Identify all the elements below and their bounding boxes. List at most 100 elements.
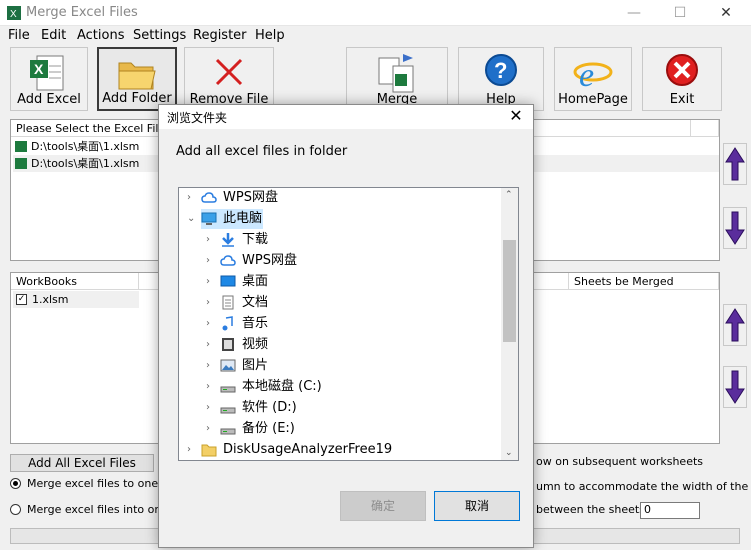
tree-item-label: 图片 xyxy=(242,358,269,373)
ok-button[interactable]: 确定 xyxy=(340,491,426,521)
folder-tree[interactable]: › WPS网盘 ⌄ 此电脑 › 下载 › WPS网盘 › 桌面 › 文档 › 音乐 › 视频 › 图片 › 本地磁盘 … xyxy=(178,187,519,461)
computer-icon xyxy=(201,211,217,226)
add-excel-button[interactable]: X Add Excel xyxy=(10,47,88,111)
excel-row-icon xyxy=(15,158,27,169)
tree-item[interactable]: › 本地磁盘 (C:) xyxy=(206,376,506,397)
exit-label: Exit xyxy=(669,92,695,107)
merge-files-icon xyxy=(378,54,414,93)
excel-row-icon xyxy=(15,141,27,152)
add-all-excel-files-button[interactable]: Add All Excel Files xyxy=(10,454,154,472)
chevron-right-icon[interactable]: › xyxy=(206,376,218,397)
tree-item-label: DiskUsageAnalyzerFree19 xyxy=(223,442,393,457)
tree-item[interactable]: › DiskUsageAnalyzerFree19 xyxy=(187,439,487,460)
tree-item[interactable]: › 图片 xyxy=(206,355,506,376)
svg-text:X: X xyxy=(10,9,17,20)
window-title: Merge Excel Files xyxy=(26,5,138,20)
dialog-close-icon[interactable]: ✕ xyxy=(505,106,527,125)
cancel-button[interactable]: 取消 xyxy=(434,491,520,521)
cloud-icon xyxy=(220,253,236,268)
file-path: D:\tools\桌面\1.xlsm xyxy=(31,140,140,153)
radio-merge-into-one[interactable] xyxy=(10,504,21,515)
exit-icon xyxy=(666,54,698,86)
homepage-label: HomePage xyxy=(558,92,628,107)
tree-item-label: 音乐 xyxy=(242,316,269,331)
scrollbar-thumb[interactable] xyxy=(503,240,516,342)
option-text-width: umn to accommodate the width of the text xyxy=(536,480,751,493)
arrow-down-icon xyxy=(725,370,745,404)
add-excel-label: Add Excel xyxy=(17,92,81,107)
dialog-title-bar: 浏览文件夹 ✕ xyxy=(159,105,533,129)
remove-file-button[interactable]: Remove File xyxy=(184,47,274,111)
download-icon xyxy=(220,232,236,247)
tree-item[interactable]: › 软件 (D:) xyxy=(206,397,506,418)
menu-register[interactable]: Register xyxy=(193,28,247,43)
maximize-button[interactable]: ☐ xyxy=(657,0,703,26)
document-icon xyxy=(220,295,236,310)
svg-text:X: X xyxy=(34,61,44,77)
menu-file[interactable]: File xyxy=(8,28,30,43)
chevron-down-icon[interactable]: ⌄ xyxy=(187,208,199,229)
chevron-right-icon[interactable]: › xyxy=(206,397,218,418)
sheet-spacing-input[interactable]: 0 xyxy=(640,502,700,519)
tree-item[interactable]: › WPS网盘 xyxy=(206,250,506,271)
chevron-right-icon[interactable]: › xyxy=(206,334,218,355)
chevron-right-icon[interactable]: › xyxy=(206,355,218,376)
homepage-button[interactable]: e HomePage xyxy=(554,47,632,111)
menu-settings[interactable]: Settings xyxy=(133,28,186,43)
video-icon xyxy=(220,337,236,352)
tree-item[interactable]: › 视频 xyxy=(206,334,506,355)
tree-item[interactable]: › WPS网盘 xyxy=(187,188,487,208)
tree-item-label: 文档 xyxy=(242,295,269,310)
arrow-up-icon xyxy=(725,147,745,181)
menu-help[interactable]: Help xyxy=(255,28,285,43)
chevron-right-icon[interactable]: › xyxy=(187,439,199,460)
chevron-right-icon[interactable]: › xyxy=(206,292,218,313)
radio-merge-one-new[interactable] xyxy=(10,478,21,489)
workbooks-header: WorkBooks xyxy=(11,273,139,290)
chevron-right-icon[interactable]: › xyxy=(187,188,199,208)
table-row[interactable]: ✓ 1.xlsm xyxy=(13,291,139,308)
help-button[interactable]: ? Help xyxy=(458,47,544,111)
tree-item[interactable]: › 备份 (E:) xyxy=(206,418,506,439)
move-down-button[interactable] xyxy=(723,207,747,249)
checkbox[interactable]: ✓ xyxy=(16,294,27,305)
file-list-header-extra xyxy=(691,120,719,137)
folder-icon xyxy=(118,62,156,90)
chevron-right-icon[interactable]: › xyxy=(206,229,218,250)
minimize-button[interactable]: — xyxy=(611,0,657,26)
chevron-right-icon[interactable]: › xyxy=(206,250,218,271)
tree-item-label: WPS网盘 xyxy=(223,190,278,205)
option-text-between: between the sheets: xyxy=(536,503,649,516)
sheet-up-button[interactable] xyxy=(723,304,747,346)
tree-item-label: WPS网盘 xyxy=(242,253,297,268)
drive-icon xyxy=(220,379,236,394)
tree-item[interactable]: › 文档 xyxy=(206,292,506,313)
sheet-down-button[interactable] xyxy=(723,366,747,408)
tree-scrollbar[interactable]: ⌃ ⌄ xyxy=(501,188,518,460)
close-button[interactable]: ✕ xyxy=(703,0,749,26)
excel-file-icon: X xyxy=(30,55,64,91)
tree-item[interactable]: › 下载 xyxy=(206,229,506,250)
browse-folder-dialog: 浏览文件夹 ✕ Add all excel files in folder › W… xyxy=(158,104,534,548)
menu-actions[interactable]: Actions xyxy=(77,28,125,43)
workbook-name: 1.xlsm xyxy=(32,293,69,306)
tree-item-label: 软件 (D:) xyxy=(242,400,297,415)
tree-item[interactable]: › 桌面 xyxy=(206,271,506,292)
tree-item[interactable]: › 音乐 xyxy=(206,313,506,334)
tree-item[interactable]: ⌄ 此电脑 xyxy=(187,208,487,229)
chevron-right-icon[interactable]: › xyxy=(206,313,218,334)
option-text-subsequent: ow on subsequent worksheets xyxy=(536,455,704,468)
move-up-button[interactable] xyxy=(723,143,747,185)
folder-icon xyxy=(201,442,217,457)
exit-button[interactable]: Exit xyxy=(642,47,722,111)
cloud-icon xyxy=(201,190,217,205)
menu-edit[interactable]: Edit xyxy=(41,28,66,43)
app-icon: X xyxy=(7,6,21,20)
tree-item-label: 下载 xyxy=(242,232,269,247)
chevron-right-icon[interactable]: › xyxy=(206,271,218,292)
merge-button[interactable]: Merge xyxy=(346,47,448,111)
svg-text:e: e xyxy=(579,57,594,94)
arrow-down-icon xyxy=(725,211,745,245)
add-folder-button[interactable]: Add Folder xyxy=(97,47,177,111)
chevron-right-icon[interactable]: › xyxy=(206,418,218,439)
